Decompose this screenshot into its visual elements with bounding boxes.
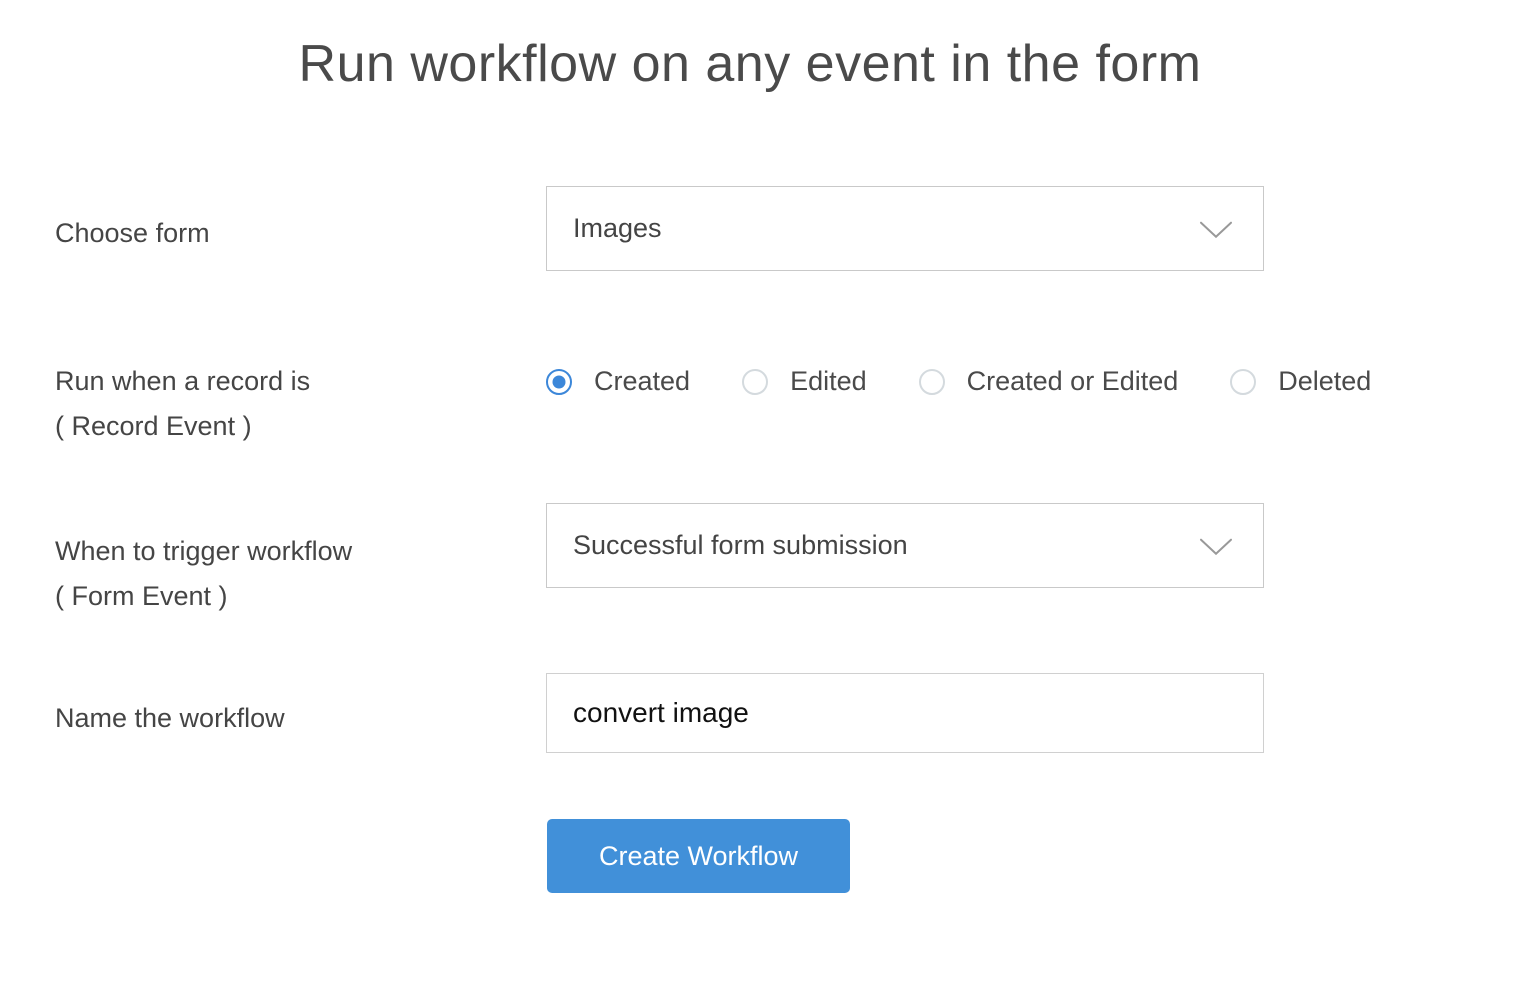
form-event-select[interactable]: Successful form submission bbox=[546, 503, 1264, 588]
record-event-label: Run when a record is ( Record Event ) bbox=[55, 366, 310, 442]
record-event-radio-group: Created Edited Created or Edited Deleted bbox=[546, 366, 1371, 397]
record-event-label-sub: ( Record Event ) bbox=[55, 411, 252, 441]
form-event-selected-value: Successful form submission bbox=[573, 530, 908, 560]
choose-form-selected-value: Images bbox=[573, 213, 662, 243]
form-event-label-main: When to trigger workflow bbox=[55, 536, 353, 566]
chevron-down-icon bbox=[1200, 221, 1232, 238]
radio-deleted[interactable]: Deleted bbox=[1230, 366, 1371, 397]
choose-form-label: Choose form bbox=[55, 218, 210, 248]
radio-created-or-edited[interactable]: Created or Edited bbox=[918, 366, 1179, 397]
create-workflow-button[interactable]: Create Workflow bbox=[547, 819, 850, 893]
radio-edited[interactable]: Edited bbox=[742, 366, 867, 397]
radio-deleted-label: Deleted bbox=[1278, 366, 1372, 396]
radio-unselected-icon bbox=[742, 368, 769, 395]
radio-selected-icon bbox=[546, 368, 572, 395]
workflow-name-label: Name the workflow bbox=[55, 703, 285, 733]
radio-created-or-edited-label: Created or Edited bbox=[966, 366, 1179, 396]
workflow-name-input[interactable] bbox=[546, 673, 1264, 753]
radio-unselected-icon bbox=[1230, 368, 1257, 395]
record-event-label-main: Run when a record is bbox=[55, 366, 311, 396]
chevron-down-icon bbox=[1200, 538, 1232, 555]
page-title: Run workflow on any event in the form bbox=[298, 35, 1202, 93]
form-event-label-sub: ( Form Event ) bbox=[55, 581, 228, 611]
radio-edited-label: Edited bbox=[790, 366, 867, 396]
radio-created[interactable]: Created bbox=[546, 366, 690, 397]
choose-form-select[interactable]: Images bbox=[546, 186, 1264, 271]
radio-created-label: Created bbox=[594, 366, 691, 396]
radio-unselected-icon bbox=[918, 368, 945, 395]
form-event-label: When to trigger workflow ( Form Event ) bbox=[55, 536, 352, 612]
